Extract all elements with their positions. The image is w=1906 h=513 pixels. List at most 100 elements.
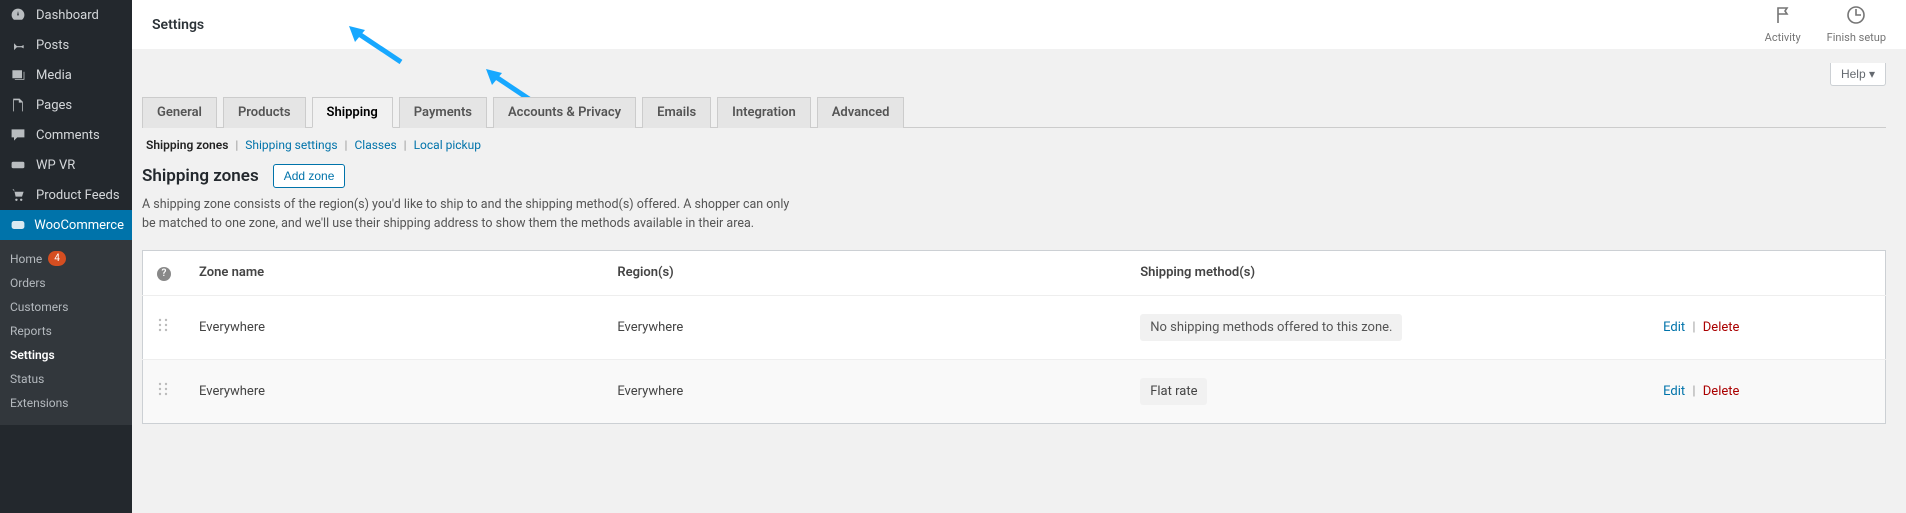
drag-handle-icon[interactable]: [157, 321, 169, 336]
cart-icon: [10, 187, 28, 203]
method-chip: Flat rate: [1140, 378, 1207, 405]
row-edit-link[interactable]: Edit: [1663, 320, 1685, 335]
shipping-subnav: Shipping zones | Shipping settings | Cla…: [142, 128, 1886, 152]
tab-label: Payments: [414, 105, 472, 120]
submenu-label: Status: [10, 372, 44, 386]
clock-progress-icon: [1846, 5, 1866, 29]
zone-region: Everywhere: [603, 295, 1126, 359]
flag-icon: [1773, 5, 1793, 29]
separator: |: [400, 138, 411, 152]
subnav-link-localpickup[interactable]: Local pickup: [414, 138, 481, 152]
tab-label: General: [157, 105, 202, 120]
tab-general[interactable]: General: [142, 97, 217, 128]
submenu-item-settings[interactable]: Settings: [0, 343, 132, 367]
separator: |: [1688, 384, 1699, 399]
sidebar-item-label: Media: [36, 68, 72, 83]
settings-tabs: General Products Shipping Payments Accou…: [142, 92, 1886, 128]
sidebar-item-productfeeds[interactable]: Product Feeds: [0, 180, 132, 210]
table-row: Everywhere Everywhere Flat rate Edit | D…: [143, 359, 1886, 423]
speedometer-icon: [10, 7, 28, 23]
submenu-label: Settings: [10, 348, 55, 362]
separator: |: [341, 138, 352, 152]
woo-icon: [10, 217, 26, 233]
pages-icon: [10, 97, 28, 113]
tab-integration[interactable]: Integration: [717, 97, 811, 128]
tab-products[interactable]: Products: [223, 97, 306, 128]
add-zone-button[interactable]: Add zone: [273, 164, 346, 188]
submenu-item-home[interactable]: Home 4: [0, 246, 132, 271]
tab-advanced[interactable]: Advanced: [817, 97, 905, 128]
tab-payments[interactable]: Payments: [399, 97, 487, 128]
help-tooltip-icon[interactable]: ?: [157, 267, 171, 281]
sidebar-item-label: Comments: [36, 128, 100, 143]
drag-handle-icon[interactable]: [157, 385, 169, 400]
submenu-item-orders[interactable]: Orders: [0, 271, 132, 295]
sidebar-item-label: WP VR: [36, 158, 75, 173]
submenu-label: Home: [10, 252, 42, 266]
admin-sidebar: Dashboard Posts Media Pages Comments WP …: [0, 0, 132, 513]
zone-region: Everywhere: [603, 359, 1126, 423]
sidebar-item-wpvr[interactable]: WP VR: [0, 150, 132, 180]
method-chip-none: No shipping methods offered to this zone…: [1140, 314, 1402, 341]
help-button[interactable]: Help ▾: [1830, 63, 1886, 86]
col-region: Region(s): [603, 250, 1126, 295]
zones-table: ? Zone name Region(s) Shipping method(s)…: [142, 250, 1886, 424]
notification-badge: 4: [48, 251, 66, 266]
vr-icon: [10, 157, 28, 173]
section-heading: Shipping zones: [142, 166, 259, 186]
subnav-current: Shipping zones: [146, 138, 228, 152]
media-icon: [10, 67, 28, 83]
finish-setup-button[interactable]: Finish setup: [1827, 5, 1886, 44]
submenu-label: Customers: [10, 300, 68, 314]
main-area: Settings Activity Finish setup: [132, 0, 1906, 513]
zone-name: Everywhere: [185, 295, 603, 359]
submenu-item-status[interactable]: Status: [0, 367, 132, 391]
sidebar-item-comments[interactable]: Comments: [0, 120, 132, 150]
row-delete-link[interactable]: Delete: [1703, 320, 1740, 335]
col-zonename: Zone name: [185, 250, 603, 295]
tab-label: Emails: [657, 105, 696, 120]
sidebar-item-woocommerce[interactable]: WooCommerce: [0, 210, 132, 240]
zone-name: Everywhere: [185, 359, 603, 423]
section-description: A shipping zone consists of the region(s…: [142, 196, 792, 234]
sidebar-item-media[interactable]: Media: [0, 60, 132, 90]
submenu-label: Orders: [10, 276, 46, 290]
tab-label: Products: [238, 105, 291, 120]
activity-button[interactable]: Activity: [1765, 5, 1801, 44]
separator: |: [1688, 320, 1699, 335]
page-title: Settings: [152, 17, 204, 33]
finish-setup-label: Finish setup: [1827, 31, 1886, 44]
sidebar-item-posts[interactable]: Posts: [0, 30, 132, 60]
subnav-link-settings[interactable]: Shipping settings: [245, 138, 337, 152]
zone-method: No shipping methods offered to this zone…: [1126, 295, 1649, 359]
tab-shipping[interactable]: Shipping: [312, 97, 393, 128]
activity-label: Activity: [1765, 31, 1801, 44]
comment-icon: [10, 127, 28, 143]
sidebar-item-label: Dashboard: [36, 8, 99, 23]
tab-accounts-privacy[interactable]: Accounts & Privacy: [493, 97, 636, 128]
submenu-item-extensions[interactable]: Extensions: [0, 391, 132, 415]
separator: |: [231, 138, 242, 152]
submenu-label: Reports: [10, 324, 52, 338]
woo-submenu: Home 4 Orders Customers Reports Settings…: [0, 240, 132, 425]
sidebar-item-label: Posts: [36, 38, 69, 53]
row-edit-link[interactable]: Edit: [1663, 384, 1685, 399]
sidebar-item-label: Product Feeds: [36, 188, 120, 203]
tab-label: Integration: [732, 105, 796, 120]
col-actions: [1649, 250, 1885, 295]
submenu-label: Extensions: [10, 396, 68, 410]
subnav-link-classes[interactable]: Classes: [354, 138, 396, 152]
sidebar-item-label: Pages: [36, 98, 72, 113]
tab-label: Advanced: [832, 105, 890, 120]
sidebar-item-dashboard[interactable]: Dashboard: [0, 0, 132, 30]
topbar: Settings Activity Finish setup: [132, 0, 1906, 49]
sidebar-item-label: WooCommerce: [34, 218, 124, 233]
sidebar-item-pages[interactable]: Pages: [0, 90, 132, 120]
submenu-item-customers[interactable]: Customers: [0, 295, 132, 319]
submenu-item-reports[interactable]: Reports: [0, 319, 132, 343]
tab-emails[interactable]: Emails: [642, 97, 711, 128]
pin-icon: [10, 37, 28, 53]
row-delete-link[interactable]: Delete: [1703, 384, 1740, 399]
table-row: Everywhere Everywhere No shipping method…: [143, 295, 1886, 359]
tab-label: Shipping: [327, 105, 378, 120]
